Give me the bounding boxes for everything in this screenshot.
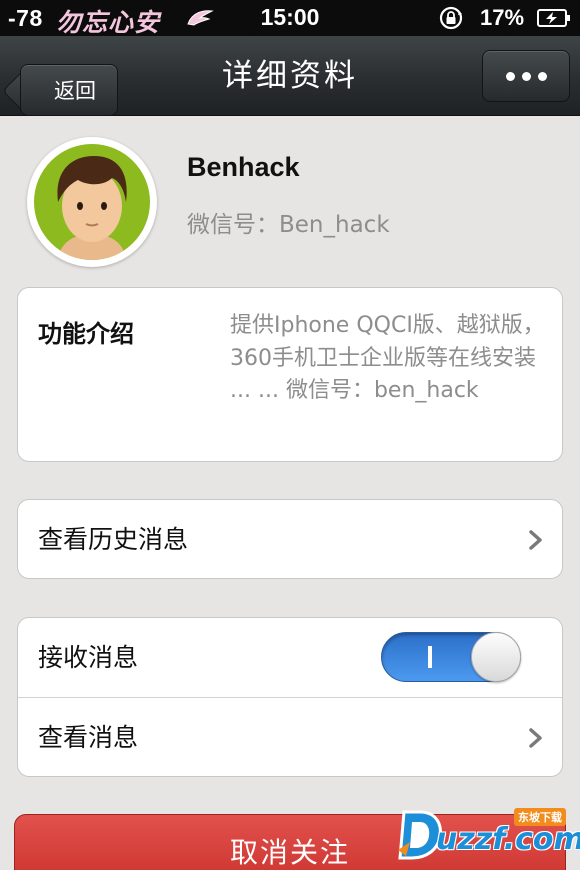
more-button[interactable] [482, 50, 570, 102]
view-messages-label[interactable]: 查看消息 [38, 698, 138, 778]
chevron-right-icon [529, 530, 542, 550]
intro-label: 功能介绍 [38, 320, 134, 348]
watermark-logo: uzzf.com 东坡下载 [396, 804, 580, 864]
back-button[interactable]: 返回 [20, 64, 118, 116]
history-messages-label: 查看历史消息 [38, 525, 189, 554]
toggle-on-icon [428, 646, 432, 668]
back-button-label: 返回 [54, 79, 96, 103]
message-settings-card: 接收消息 查看消息 [17, 617, 563, 777]
receive-messages-toggle[interactable] [381, 632, 521, 682]
intro-text: 提供Iphone QQCI版、越狱版，360手机卫士企业版等在线安装 ... .… [230, 313, 545, 403]
profile-name: Benhack [187, 152, 300, 182]
battery-charging-icon [537, 9, 570, 27]
avatar[interactable] [27, 137, 157, 267]
more-dots-icon [521, 71, 531, 81]
status-bar: -78 勿忘心安 15:00 17% [0, 0, 580, 37]
unfollow-button-label: 取消关注 [229, 836, 350, 869]
avatar-face-icon [34, 144, 150, 260]
battery-percent: 17% [480, 5, 525, 30]
watermark-tag: 东坡下载 [514, 808, 566, 826]
intro-card: 功能介绍 提供Iphone QQCI版、越狱版，360手机卫士企业版等在线安装 … [17, 287, 563, 462]
history-messages-row[interactable]: 查看历史消息 [17, 499, 563, 579]
wechat-id: 微信号：Ben_hack [187, 212, 390, 238]
toggle-knob[interactable] [471, 632, 521, 682]
receive-messages-label: 接收消息 [38, 643, 139, 672]
more-dots-icon [537, 71, 547, 81]
navigation-bar: 详细资料 返回 [0, 36, 580, 116]
rotation-lock-icon [439, 6, 463, 30]
more-dots-icon [505, 71, 515, 81]
back-button-wrapper[interactable]: 返回 [10, 50, 118, 116]
watermark-text: uzzf.com [436, 822, 580, 857]
chevron-right-icon [529, 728, 542, 748]
